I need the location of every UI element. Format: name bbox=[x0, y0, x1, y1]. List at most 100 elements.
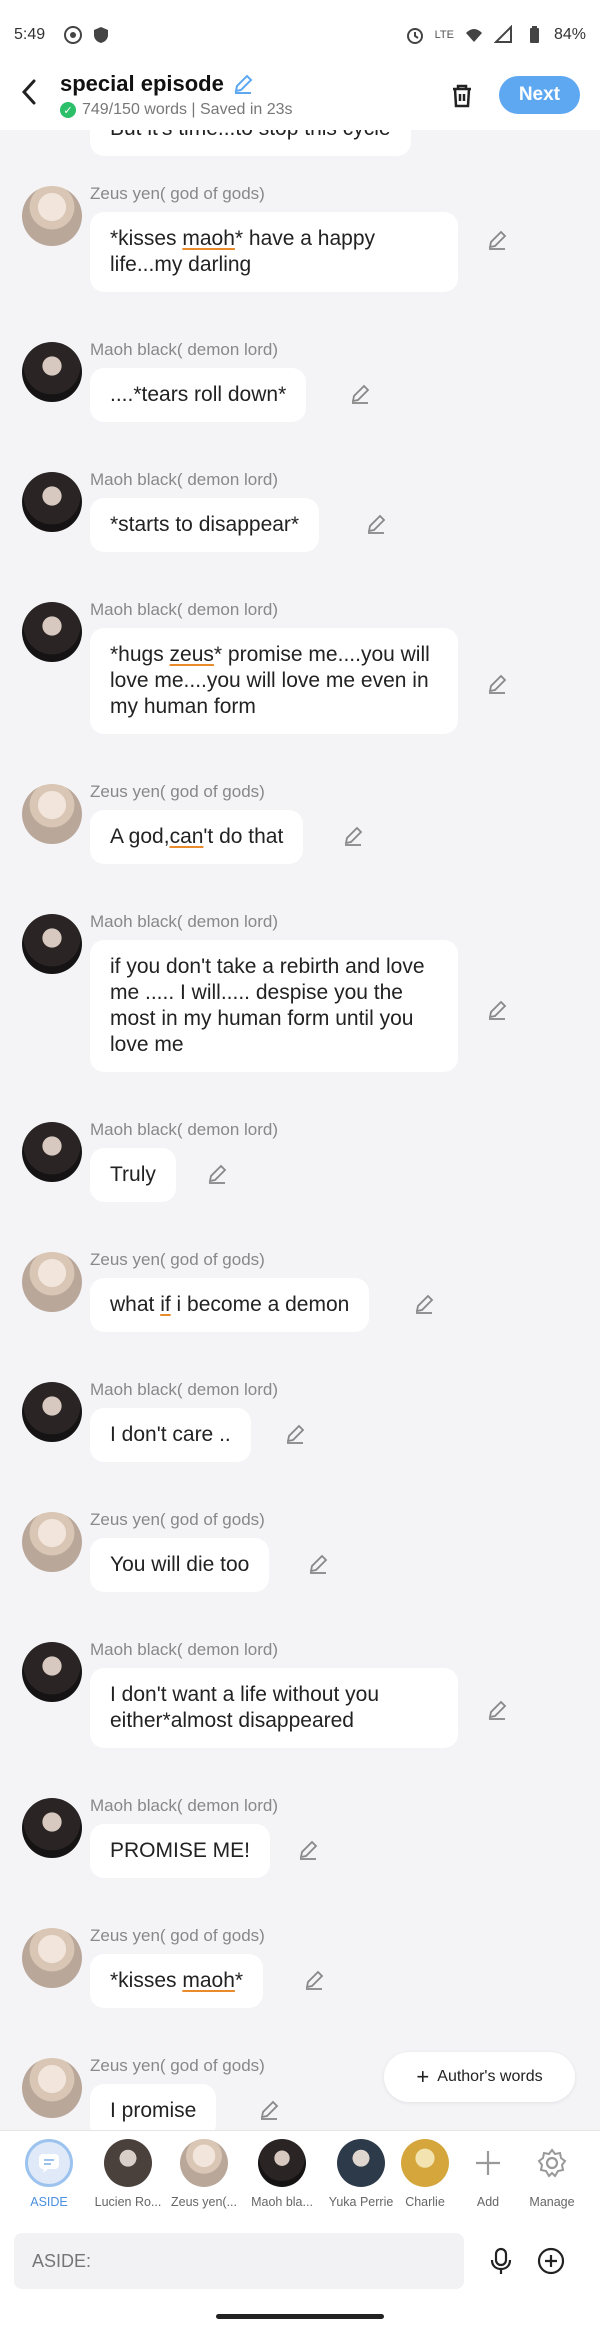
speaker-name: Maoh black( demon lord) bbox=[90, 1380, 279, 1399]
edit-message-icon[interactable] bbox=[349, 383, 371, 405]
aside-icon bbox=[25, 2139, 73, 2187]
add-character-button[interactable]: Add bbox=[452, 2139, 524, 2209]
edit-message-icon[interactable] bbox=[486, 229, 508, 251]
avatar[interactable] bbox=[22, 186, 82, 246]
trash-icon[interactable] bbox=[447, 80, 477, 110]
edit-message-icon[interactable] bbox=[307, 1553, 329, 1575]
character-lucien[interactable]: Lucien Ro... bbox=[92, 2139, 164, 2209]
manage-label: Manage bbox=[529, 2195, 575, 2209]
system-nav-bar bbox=[0, 2296, 600, 2333]
avatar bbox=[180, 2139, 228, 2187]
character-name: Maoh bla... bbox=[251, 2195, 313, 2209]
edit-message-icon[interactable] bbox=[365, 513, 387, 535]
message-bubble[interactable]: *starts to disappear* bbox=[90, 498, 320, 552]
plus-icon: + bbox=[416, 2064, 430, 2089]
character-name: ASIDE bbox=[30, 2195, 68, 2209]
message-bubble[interactable]: *kisses maoh* bbox=[90, 1954, 264, 2008]
message-bubble[interactable]: I don't care .. bbox=[90, 1408, 251, 1462]
speaker-name: Zeus yen( god of gods) bbox=[90, 2056, 265, 2075]
avatar[interactable] bbox=[22, 1122, 82, 1182]
avatar[interactable] bbox=[22, 2058, 82, 2118]
speaker-name: Maoh black( demon lord) bbox=[90, 1640, 279, 1659]
alarm-icon bbox=[406, 28, 423, 44]
character-name: Zeus yen(... bbox=[171, 2195, 237, 2209]
add-label: Add bbox=[476, 2195, 500, 2209]
edit-message-icon[interactable] bbox=[297, 1839, 319, 1861]
avatar[interactable] bbox=[22, 1642, 82, 1702]
avatar[interactable] bbox=[22, 1928, 82, 1988]
edit-message-icon[interactable] bbox=[303, 1969, 325, 1991]
edit-message-icon[interactable] bbox=[413, 1293, 435, 1315]
speaker-name: Maoh black( demon lord) bbox=[90, 470, 279, 489]
shield-icon bbox=[94, 27, 109, 43]
character-bar: ASIDE Lucien Ro... Zeus yen(... Maoh bla… bbox=[0, 2130, 600, 2226]
status-time: 5:49 bbox=[14, 26, 46, 43]
avatar[interactable] bbox=[22, 472, 82, 532]
avatar[interactable] bbox=[22, 342, 82, 402]
microphone-icon[interactable] bbox=[486, 2246, 516, 2276]
word-count-status: 749/150 words | Saved in 23s bbox=[82, 101, 293, 118]
avatar[interactable] bbox=[22, 1252, 82, 1312]
message-bubble[interactable]: what if i become a demon bbox=[90, 1278, 370, 1332]
avatar bbox=[337, 2139, 385, 2187]
message-bubble[interactable]: I don't want a life without you either*a… bbox=[90, 1668, 458, 1748]
avatar[interactable] bbox=[22, 602, 82, 662]
message-bubble[interactable]: *hugs zeus* promise me....you will love … bbox=[90, 628, 458, 734]
edit-message-icon[interactable] bbox=[284, 1423, 306, 1445]
avatar[interactable] bbox=[22, 914, 82, 974]
avatar[interactable] bbox=[22, 1512, 82, 1572]
message-text: But it's time...to stop this cycle bbox=[110, 130, 391, 140]
speaker-name: Zeus yen( god of gods) bbox=[90, 1250, 265, 1269]
avatar bbox=[401, 2139, 449, 2187]
character-name: Lucien Ro... bbox=[94, 2195, 162, 2209]
editor-header: special episode ✓ 749/150 words | Saved … bbox=[0, 60, 600, 130]
edit-title-icon[interactable] bbox=[232, 73, 254, 95]
plus-icon bbox=[464, 2139, 512, 2187]
character-maoh[interactable]: Maoh bla... bbox=[246, 2139, 318, 2209]
whatsapp-icon bbox=[64, 26, 83, 44]
message-bubble[interactable]: Truly bbox=[90, 1148, 176, 1202]
authors-words-button[interactable]: + Author's words bbox=[384, 2052, 575, 2102]
message-bubble[interactable]: PROMISE ME! bbox=[90, 1824, 271, 1878]
authors-words-label: Author's words bbox=[437, 2068, 543, 2085]
speaker-name: Maoh black( demon lord) bbox=[90, 1796, 279, 1815]
message-bubble[interactable]: I promise bbox=[90, 2084, 217, 2130]
message-input[interactable] bbox=[14, 2233, 464, 2289]
speaker-name: Maoh black( demon lord) bbox=[90, 340, 279, 359]
character-aside[interactable]: ASIDE bbox=[13, 2139, 85, 2209]
character-zeus[interactable]: Zeus yen(... bbox=[168, 2139, 240, 2209]
add-circle-icon[interactable] bbox=[536, 2246, 566, 2276]
manage-characters-button[interactable]: Manage bbox=[516, 2139, 588, 2209]
next-button[interactable]: Next bbox=[498, 76, 580, 114]
edit-message-icon[interactable] bbox=[486, 999, 508, 1021]
message-bubble[interactable]: You will die too bbox=[90, 1538, 270, 1592]
message-bubble-partial[interactable]: But it's time...to stop this cycle bbox=[90, 130, 411, 156]
chat-area[interactable]: But it's time...to stop this cycle Zeus … bbox=[0, 130, 600, 2130]
back-button[interactable] bbox=[20, 78, 38, 112]
message-bubble[interactable]: *kisses maoh* have a happy life...my dar… bbox=[90, 212, 458, 292]
battery-level: 84% bbox=[553, 26, 586, 43]
avatar[interactable] bbox=[22, 1382, 82, 1442]
edit-message-icon[interactable] bbox=[342, 825, 364, 847]
network-label: LTE bbox=[434, 29, 454, 41]
speaker-name: Zeus yen( god of gods) bbox=[90, 184, 265, 203]
avatar[interactable] bbox=[22, 1798, 82, 1858]
character-charlie[interactable]: Charlie bbox=[390, 2139, 460, 2209]
home-handle[interactable] bbox=[216, 2314, 384, 2319]
character-yuka[interactable]: Yuka Perrie bbox=[325, 2139, 397, 2209]
edit-message-icon[interactable] bbox=[486, 1699, 508, 1721]
avatar[interactable] bbox=[22, 784, 82, 844]
edit-message-icon[interactable] bbox=[258, 2099, 280, 2121]
message-bubble[interactable]: if you don't take a rebirth and love me … bbox=[90, 940, 458, 1072]
message-bubble[interactable]: A god,can't do that bbox=[90, 810, 304, 864]
edit-message-icon[interactable] bbox=[486, 673, 508, 695]
chevron-left-icon bbox=[21, 79, 36, 105]
message-bubble[interactable]: ....*tears roll down* bbox=[90, 368, 307, 422]
character-name: Charlie bbox=[405, 2195, 445, 2209]
page-title[interactable]: special episode bbox=[60, 71, 224, 97]
battery-icon bbox=[529, 26, 539, 43]
edit-message-icon[interactable] bbox=[206, 1163, 228, 1185]
input-bar bbox=[0, 2226, 600, 2296]
speaker-name: Zeus yen( god of gods) bbox=[90, 782, 265, 801]
speaker-name: Maoh black( demon lord) bbox=[90, 1120, 279, 1139]
